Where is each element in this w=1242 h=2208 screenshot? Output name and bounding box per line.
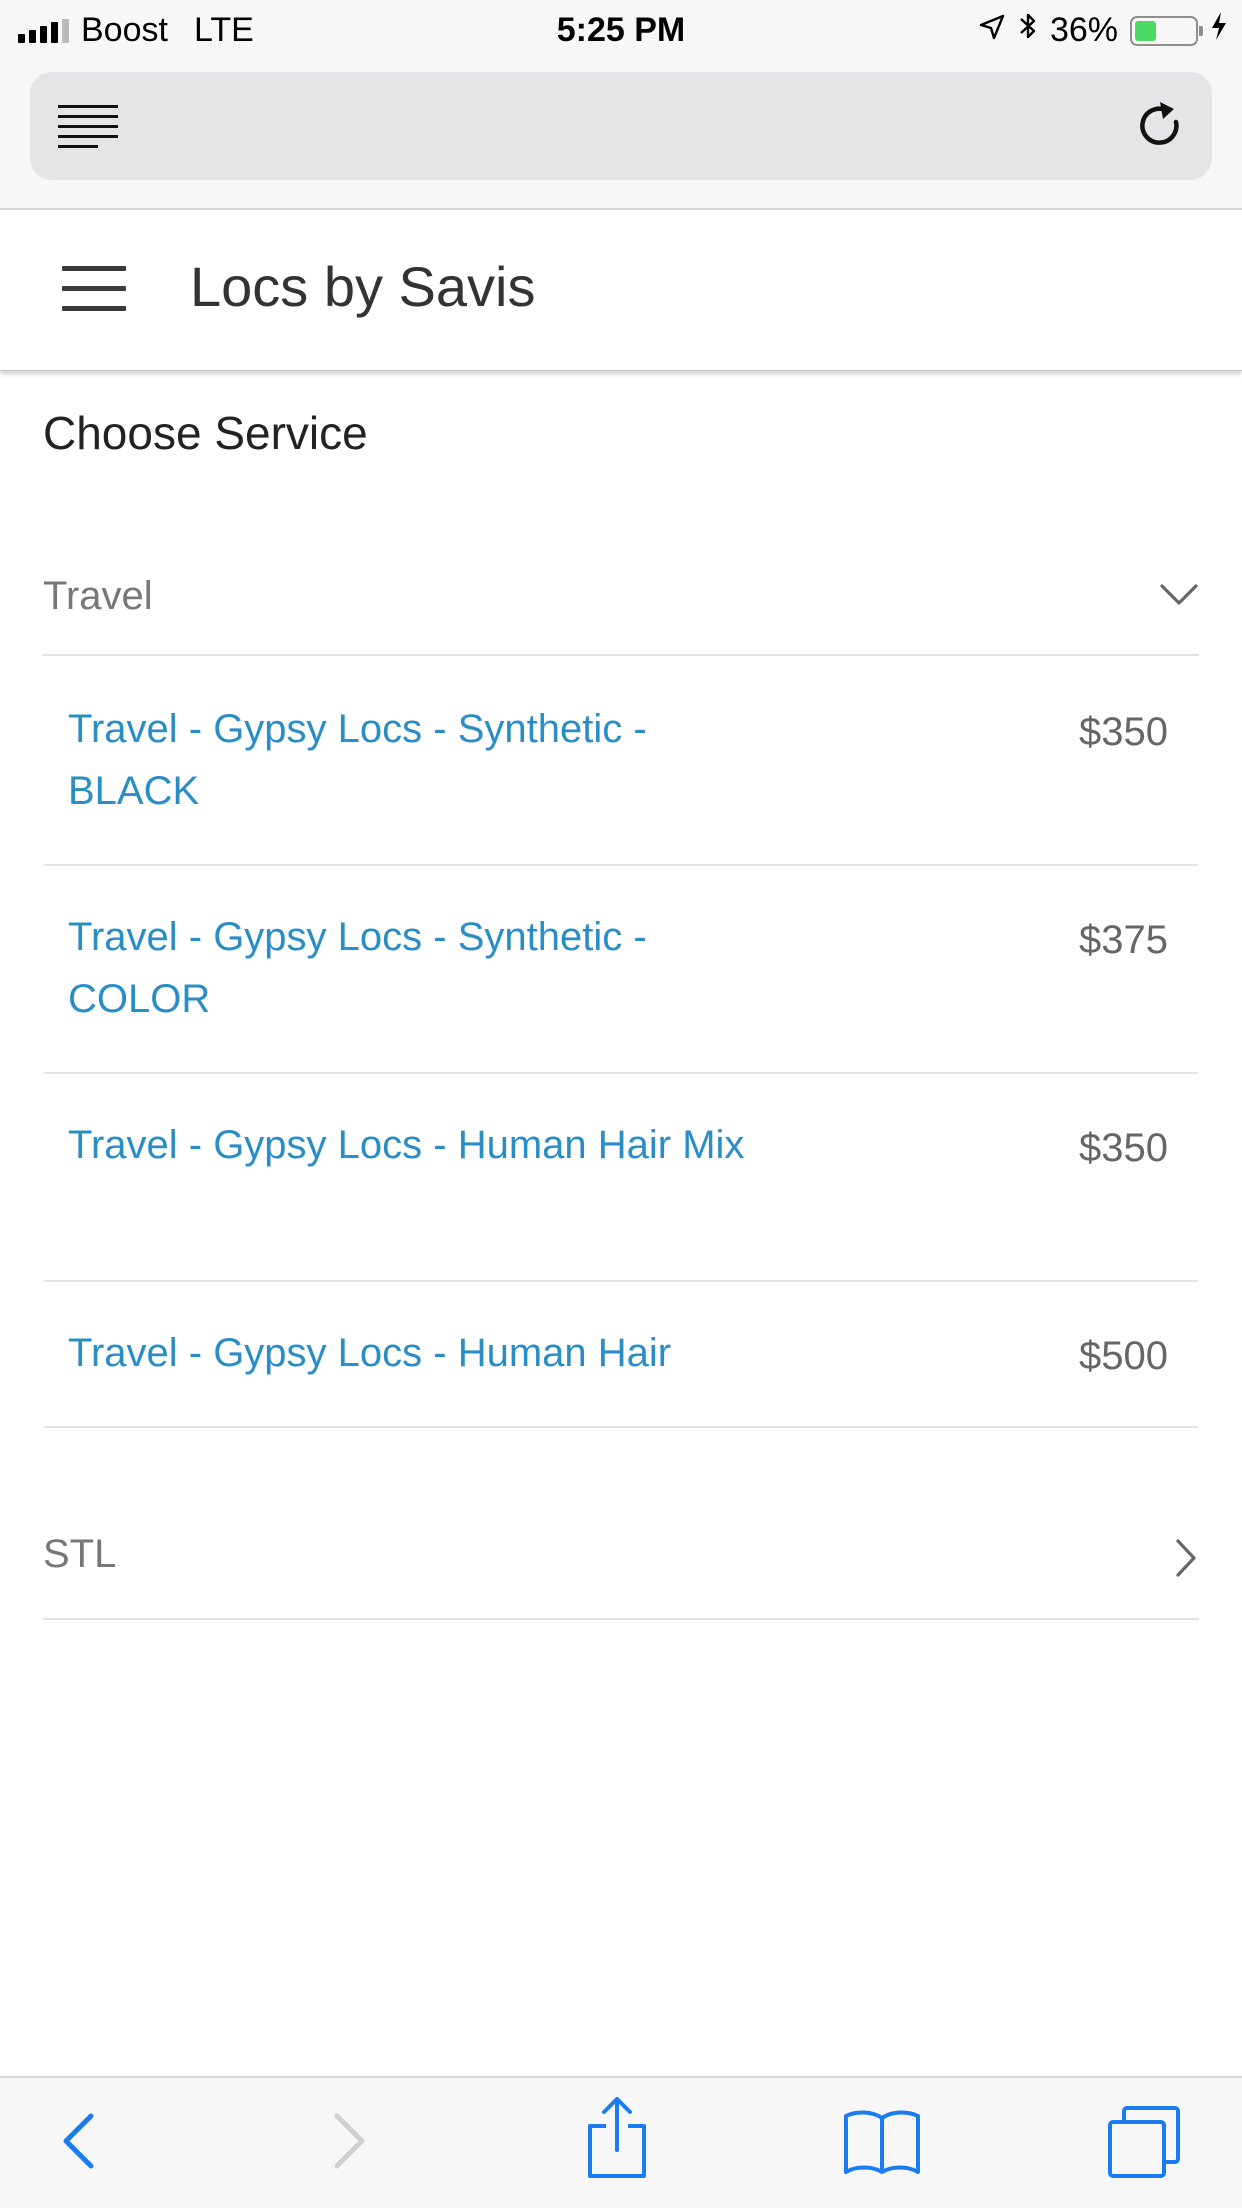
service-name: Travel - Gypsy Locs - Synthetic - COLOR [68,915,647,1021]
charging-bolt-icon [1210,11,1228,50]
browser-toolbar [0,2076,1242,2208]
service-item[interactable]: Travel - Gypsy Locs - Human Hair Mix $35… [44,1074,1198,1282]
page-heading: Choose Service [43,407,368,459]
category-travel[interactable]: Travel [43,536,1199,656]
chevron-down-icon [1159,582,1199,613]
service-item[interactable]: Travel - Gypsy Locs - Synthetic - COLOR … [44,866,1198,1074]
category-stl[interactable]: STL [43,1428,1199,1620]
status-bar: Boost LTE 5:25 PM 36% [0,0,1242,62]
share-button[interactable] [586,2096,648,2185]
service-item[interactable]: Travel - Gypsy Locs - Human Hair $500 [44,1282,1198,1428]
service-price: $375 [1079,918,1168,962]
book-icon [842,2110,922,2182]
chevron-right-icon [330,2113,370,2178]
service-price: $350 [1079,1126,1168,1170]
browser-address-area [0,62,1242,210]
location-arrow-icon [978,11,1006,50]
forward-button[interactable] [330,2108,370,2179]
service-price: $350 [1079,710,1168,754]
tabs-button[interactable] [1106,2104,1182,2185]
service-name: Travel - Gypsy Locs - Human Hair [68,1331,672,1375]
service-item[interactable]: Travel - Gypsy Locs - Synthetic - BLACK … [44,658,1198,866]
tabs-icon [1106,2106,1182,2184]
reload-icon[interactable] [1136,100,1186,157]
service-name: Travel - Gypsy Locs - Human Hair Mix [68,1123,745,1167]
service-name: Travel - Gypsy Locs - Synthetic - BLACK [68,707,647,813]
battery-percent: 36% [1049,11,1118,49]
back-button[interactable] [58,2108,98,2179]
address-bar[interactable] [30,72,1212,180]
battery-fill [1135,20,1156,41]
chevron-left-icon [58,2113,98,2178]
site-header: Locs by Savis [0,210,1242,371]
menu-icon[interactable] [62,266,126,326]
bookmarks-button[interactable] [842,2108,922,2183]
service-price: $500 [1079,1334,1168,1378]
site-title: Locs by Savis [190,255,536,318]
status-right: 36% [978,10,1228,51]
bluetooth-icon [1018,10,1038,51]
category-label: STL [43,1532,117,1576]
battery-icon [1130,15,1203,46]
category-label: Travel [43,574,153,618]
share-icon [586,2097,648,2184]
chevron-right-icon [1173,1538,1199,1583]
reader-view-icon[interactable] [58,105,118,155]
